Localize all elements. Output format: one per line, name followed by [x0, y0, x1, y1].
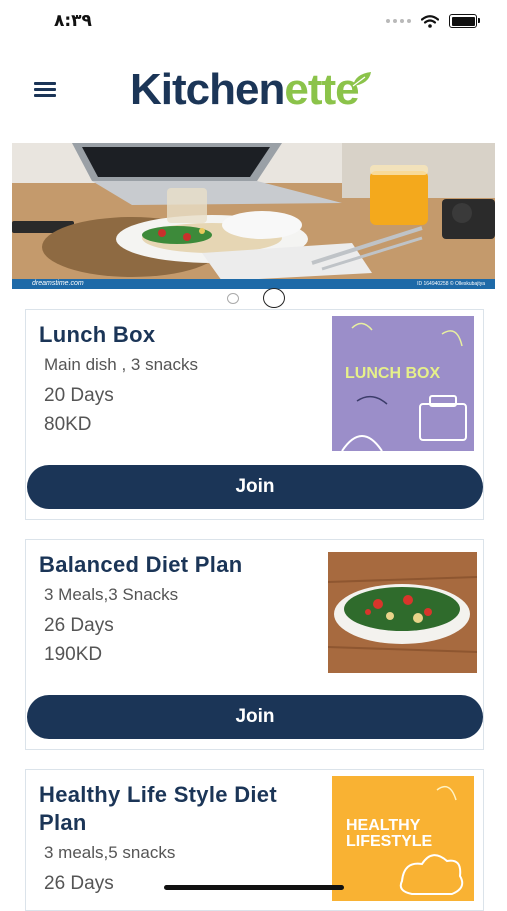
plan-duration: 26 Days [44, 615, 114, 636]
plan-description: 3 Meals,3 Snacks [44, 585, 179, 604]
join-button[interactable]: Join [27, 465, 483, 509]
promo-banner[interactable]: dreamstime.com ID 164940258 © Olleskubaj… [12, 143, 495, 289]
signal-icon [386, 19, 411, 23]
healthy-lifestyle-image-text: HEALTHY LIFESTYLE [346, 817, 433, 850]
battery-icon [449, 14, 480, 28]
kitchenette-logo: Kitchen ette [130, 64, 371, 116]
join-button[interactable]: Join [27, 695, 483, 739]
lunch-box-image: LUNCH BOX [332, 316, 474, 451]
plan-duration: 20 Days [44, 385, 114, 406]
status-icons [386, 14, 480, 28]
plan-card-balanced-diet[interactable]: Balanced Diet Plan 3 Meals,3 Snacks 26 D… [25, 539, 484, 750]
status-time: ٨:٣٩ [54, 11, 92, 31]
healthy-lifestyle-image: HEALTHY LIFESTYLE [332, 776, 474, 901]
plan-title: Healthy Life Style Diet Plan [39, 782, 277, 835]
pager-dot[interactable] [227, 293, 239, 304]
app-header: Kitchen ette [0, 60, 507, 120]
lunch-box-image-text: LUNCH BOX [345, 365, 441, 382]
leaf-icon [352, 72, 371, 87]
plan-description: 3 meals,5 snacks [44, 843, 176, 862]
banner-food-image [12, 143, 495, 289]
plan-description: Main dish , 3 snacks [44, 355, 199, 374]
plan-price: 190KD [44, 644, 103, 665]
pager-dot-active[interactable] [263, 288, 285, 308]
plan-card-lunch-box[interactable]: Lunch Box Main dish , 3 snacks 20 Days 8… [25, 309, 484, 520]
salad-illustration [328, 552, 477, 673]
status-bar: ٨:٣٩ [0, 0, 507, 44]
home-indicator[interactable] [164, 885, 344, 890]
banner-pager [0, 288, 507, 308]
plan-duration: 26 Days [44, 873, 114, 894]
lunch-box-illustration [341, 322, 467, 451]
salad-bowl-image [328, 552, 477, 673]
plan-title: Balanced Diet Plan [39, 552, 243, 577]
plan-title: Lunch Box [39, 322, 156, 347]
wifi-icon [421, 14, 439, 28]
hamburger-menu-icon[interactable] [34, 82, 58, 100]
plan-price: 80KD [44, 414, 92, 435]
